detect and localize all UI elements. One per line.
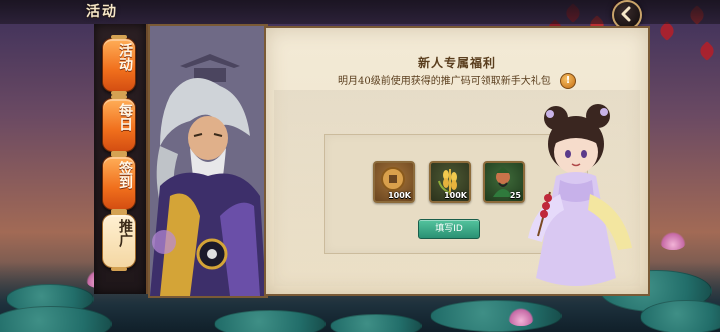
- page-title: 活动: [86, 4, 118, 20]
- chevron-left-icon: [621, 6, 631, 22]
- tab-rail: 活动 每日 签到 推广: [94, 24, 148, 294]
- tab-label: 每日: [117, 103, 133, 131]
- lily-pad: [430, 300, 562, 332]
- info-icon[interactable]: !: [560, 73, 576, 89]
- tab-activity[interactable]: 活动: [102, 35, 136, 95]
- guide-character: [520, 98, 660, 298]
- tab-label: 签到: [117, 161, 133, 189]
- lotus-flower-icon: [508, 308, 534, 326]
- tab-daily[interactable]: 每日: [102, 95, 136, 155]
- girl-illustration: [528, 104, 632, 286]
- lotus-flower-icon: [660, 232, 686, 250]
- tab-label: 推广: [117, 219, 133, 247]
- panel-description: 明月40级前使用获得的推广码可领取新手大礼包: [338, 76, 551, 87]
- reward-item[interactable]: 25: [483, 161, 525, 203]
- reward-quantity: 100K: [388, 191, 411, 200]
- maple-leaf-icon: [697, 41, 717, 61]
- tab-promotion[interactable]: 推广: [102, 211, 136, 271]
- reward-item[interactable]: 100K: [373, 161, 415, 203]
- reward-item[interactable]: 100K: [429, 161, 471, 203]
- lily-pad: [330, 314, 422, 332]
- fill-id-button[interactable]: 填写ID: [418, 219, 480, 239]
- lily-pad: [640, 300, 720, 332]
- tab-checkin[interactable]: 签到: [102, 153, 136, 213]
- hero-portrait: [148, 24, 268, 298]
- panel-title: 新人专属福利: [417, 56, 496, 70]
- tab-label: 活动: [117, 43, 133, 71]
- lily-pad: [214, 310, 326, 332]
- maple-leaf-icon: [657, 21, 677, 41]
- reward-quantity: 100K: [444, 191, 467, 200]
- warrior-illustration: [150, 26, 266, 296]
- top-bar: 活动: [0, 0, 720, 30]
